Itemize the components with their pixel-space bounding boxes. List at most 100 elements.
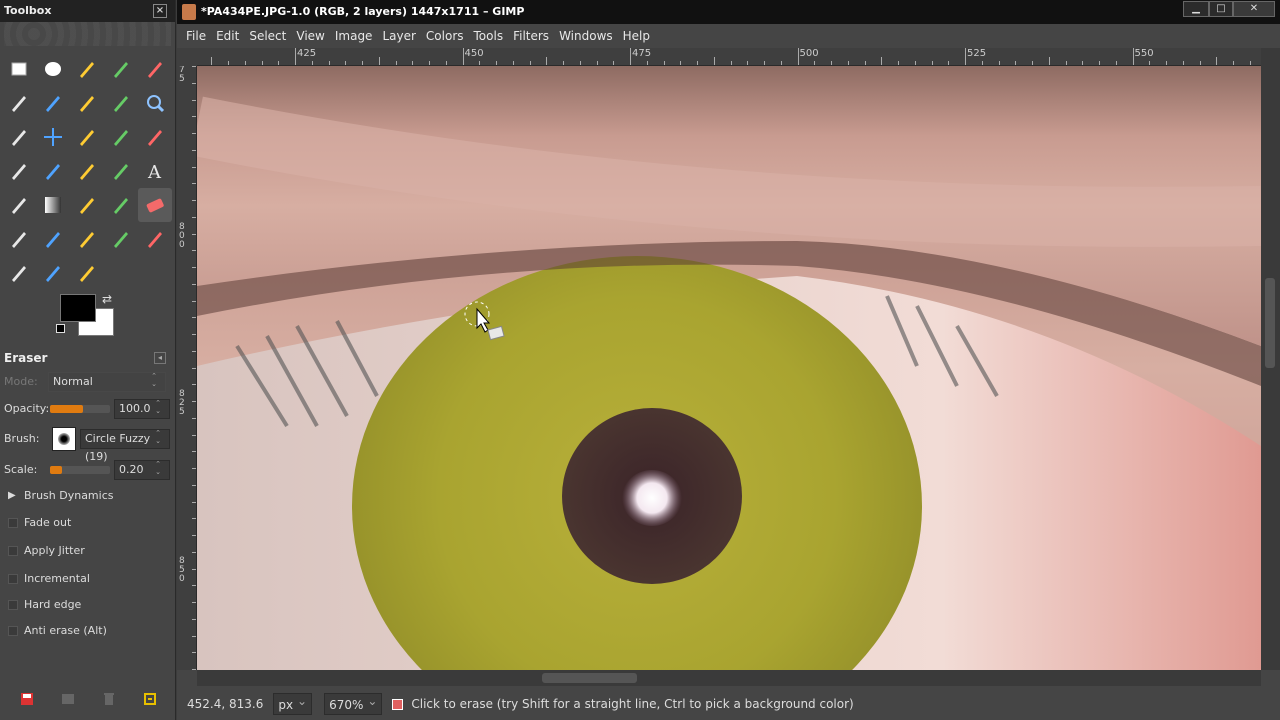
reset-options-icon[interactable]	[140, 689, 160, 709]
text-icon[interactable]: A	[138, 154, 172, 188]
airbrush-icon[interactable]	[2, 222, 36, 256]
foreground-select-icon[interactable]	[36, 86, 70, 120]
horizontal-scrollbar[interactable]	[197, 670, 1261, 686]
color-select-icon[interactable]	[138, 52, 172, 86]
checkbox[interactable]	[8, 626, 18, 636]
ink-icon[interactable]	[36, 222, 70, 256]
ruler-corner[interactable]	[177, 48, 197, 66]
checkbox[interactable]	[8, 546, 18, 556]
bucket-fill-icon[interactable]	[2, 188, 36, 222]
rect-select-icon[interactable]	[2, 52, 36, 86]
scissors-select-icon[interactable]	[2, 86, 36, 120]
checkbox[interactable]	[8, 574, 18, 584]
paths-icon[interactable]	[70, 86, 104, 120]
save-options-icon[interactable]	[17, 689, 37, 709]
dodge-burn-icon[interactable]	[70, 256, 104, 290]
close-icon[interactable]: ×	[153, 4, 167, 18]
close-button[interactable]: ✕	[1233, 1, 1275, 17]
ruler-tick	[192, 635, 196, 637]
menu-layer[interactable]: Layer	[377, 24, 420, 48]
ruler-tick	[211, 57, 213, 65]
image-canvas[interactable]	[197, 66, 1261, 670]
ruler-label: 7 5	[179, 66, 185, 84]
menu-colors[interactable]: Colors	[421, 24, 469, 48]
crop-icon[interactable]	[104, 120, 138, 154]
ruler-label: 8 0 0	[179, 222, 185, 250]
menu-image[interactable]: Image	[330, 24, 378, 48]
configure-icon[interactable]: ◂	[154, 352, 166, 364]
restore-options-icon[interactable]	[58, 689, 78, 709]
menu-view[interactable]: View	[291, 24, 329, 48]
checkbox-row[interactable]: Fade out	[0, 511, 176, 535]
opacity-slider[interactable]	[50, 405, 110, 413]
menu-tools[interactable]: Tools	[469, 24, 509, 48]
shear-icon[interactable]	[36, 154, 70, 188]
scale-slider[interactable]	[50, 466, 110, 474]
unit-select[interactable]: px	[273, 690, 313, 715]
brush-name-field[interactable]: Circle Fuzzy (19)	[80, 429, 170, 463]
smudge-icon[interactable]	[36, 256, 70, 290]
menu-file[interactable]: File	[181, 24, 211, 48]
mode-row: Mode: Normal	[0, 370, 176, 394]
checkbox-row[interactable]: Apply Jitter	[0, 539, 176, 563]
vertical-scroll-thumb[interactable]	[1265, 278, 1275, 368]
ruler-tick	[780, 61, 782, 65]
heal-icon[interactable]	[104, 222, 138, 256]
rotate-icon[interactable]	[138, 120, 172, 154]
swap-colors-icon[interactable]: ⇄	[102, 292, 112, 306]
minimize-button[interactable]: ▁	[1183, 1, 1209, 17]
menu-select[interactable]: Select	[244, 24, 291, 48]
eraser-icon[interactable]	[138, 188, 172, 222]
measure-icon[interactable]	[2, 120, 36, 154]
blend-icon[interactable]	[36, 188, 70, 222]
default-colors-icon[interactable]	[56, 324, 65, 333]
free-select-icon[interactable]	[70, 52, 104, 86]
brush-dynamics-expander[interactable]: ▶ Brush Dynamics	[0, 484, 176, 508]
ruler-tick	[295, 48, 296, 65]
ruler-tick	[445, 61, 447, 65]
vertical-ruler[interactable]: 7 5 8 0 0 8 2 5 8 5 0	[177, 66, 197, 670]
ruler-tick	[192, 149, 196, 151]
checkbox[interactable]	[8, 518, 18, 528]
move-icon[interactable]	[36, 120, 70, 154]
ruler-tick	[1182, 61, 1184, 65]
wilber-drop-area[interactable]	[4, 22, 171, 46]
brush-row: Brush: Circle Fuzzy (19)	[0, 427, 176, 463]
flip-icon[interactable]	[104, 154, 138, 188]
ruler-tick	[529, 61, 531, 65]
brush-preview[interactable]	[52, 427, 76, 451]
checkbox[interactable]	[8, 600, 18, 610]
perspective-clone-icon[interactable]	[138, 222, 172, 256]
color-picker-icon[interactable]	[104, 86, 138, 120]
maximize-button[interactable]: □	[1209, 1, 1233, 17]
checkbox-row[interactable]: Hard edge	[0, 593, 176, 617]
checkbox-row[interactable]: Anti erase (Alt)	[0, 619, 176, 643]
menu-windows[interactable]: Windows	[554, 24, 618, 48]
scale-spinbox[interactable]: 0.20	[114, 460, 170, 480]
vertical-scrollbar[interactable]	[1261, 48, 1280, 670]
menu-filters[interactable]: Filters	[508, 24, 554, 48]
mode-select[interactable]: Normal	[48, 372, 166, 392]
zoom-icon[interactable]	[138, 86, 172, 120]
zoom-select[interactable]: 670%	[324, 690, 383, 715]
menu-edit[interactable]: Edit	[211, 24, 244, 48]
ellipse-select-icon[interactable]	[36, 52, 70, 86]
ruler-tick	[998, 61, 1000, 65]
fuzzy-select-icon[interactable]	[104, 52, 138, 86]
clone-icon[interactable]	[70, 222, 104, 256]
ruler-tick	[747, 61, 749, 65]
perspective-icon[interactable]	[70, 154, 104, 188]
horizontal-ruler[interactable]: 425 450 475 500 525 550	[197, 48, 1261, 66]
align-icon[interactable]	[70, 120, 104, 154]
foreground-color-swatch[interactable]	[60, 294, 96, 322]
delete-options-icon[interactable]	[99, 689, 119, 709]
menu-help[interactable]: Help	[618, 24, 655, 48]
checkbox-row[interactable]: Incremental	[0, 567, 176, 591]
blur-sharpen-icon[interactable]	[2, 256, 36, 290]
horizontal-scroll-thumb[interactable]	[542, 673, 637, 683]
paintbrush-icon[interactable]	[104, 188, 138, 222]
pencil-icon[interactable]	[70, 188, 104, 222]
ruler-tick	[847, 61, 849, 65]
scale-icon[interactable]	[2, 154, 36, 188]
opacity-spinbox[interactable]: 100.0	[114, 399, 170, 419]
